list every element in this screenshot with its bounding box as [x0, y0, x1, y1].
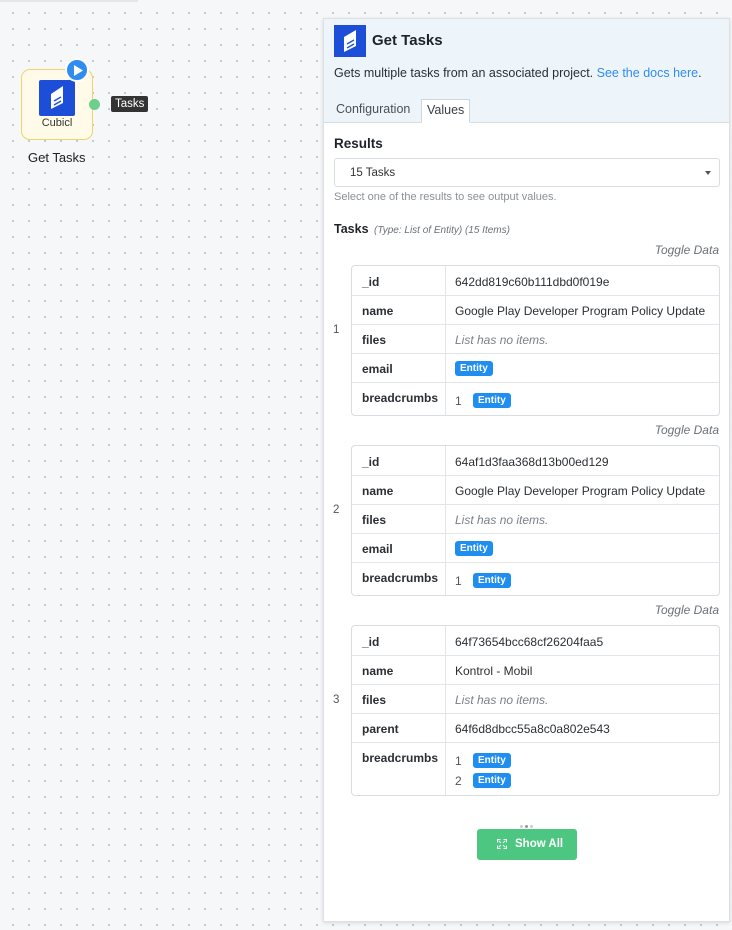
- toggle-data-link[interactable]: Toggle Data: [655, 243, 719, 257]
- item-index: 2: [333, 504, 340, 516]
- tasks-title: Tasks: [334, 222, 369, 236]
- docs-link[interactable]: See the docs here: [597, 66, 698, 80]
- entity-card: _id 64f73654bcc68cf26204faa5 name Kontro…: [351, 625, 720, 796]
- tab-values[interactable]: Values: [421, 99, 470, 123]
- entity-badge[interactable]: Entity: [473, 393, 511, 408]
- field-key: parent: [362, 722, 399, 736]
- panel-header: Get Tasks Gets multiple tasks from an as…: [324, 19, 729, 123]
- description-end: .: [698, 66, 702, 80]
- field-value: 642dd819c60b111dbd0f019e: [455, 275, 610, 289]
- tab-configuration[interactable]: Configuration: [332, 99, 415, 121]
- field-key: files: [362, 513, 387, 527]
- run-node-button[interactable]: [65, 58, 89, 82]
- field-row: breadcrumbs 1 Entity: [352, 382, 719, 415]
- cubicl-logo-icon: [39, 80, 75, 116]
- show-all-button[interactable]: Show All: [477, 829, 577, 860]
- node-app-name: Cubicl: [41, 117, 73, 129]
- list-index: 1: [455, 754, 462, 768]
- pagination-dots: [520, 815, 540, 828]
- list-index: 1: [455, 394, 462, 408]
- field-key: name: [362, 304, 394, 318]
- entity-badge[interactable]: Entity: [455, 541, 493, 556]
- entity-badge[interactable]: Entity: [473, 773, 511, 788]
- field-row: email Entity: [352, 533, 719, 563]
- expand-icon: [497, 839, 507, 849]
- field-key: _id: [362, 275, 380, 289]
- field-key: _id: [362, 635, 380, 649]
- output-connector[interactable]: [89, 99, 100, 110]
- list-index: 2: [455, 774, 462, 788]
- list-index: 1: [455, 574, 462, 588]
- field-row: files List has no items.: [352, 684, 719, 714]
- item-index: 3: [333, 694, 340, 706]
- show-all-label: Show All: [515, 838, 564, 850]
- node-title: Get Tasks: [28, 150, 86, 165]
- field-key: _id: [362, 455, 380, 469]
- results-select[interactable]: 15 Tasks: [334, 158, 720, 187]
- toggle-data-link[interactable]: Toggle Data: [655, 423, 719, 437]
- empty-list-text: List has no items.: [455, 693, 549, 707]
- description-text: Gets multiple tasks from an associated p…: [334, 66, 594, 80]
- field-value: Kontrol - Mobil: [455, 664, 533, 678]
- tasks-heading: Tasks (Type: List of Entity) (15 Items): [334, 222, 510, 236]
- panel-title: Get Tasks: [372, 32, 443, 49]
- field-key: breadcrumbs: [362, 571, 439, 585]
- field-value: 64f6d8dbcc55a8c0a802e543: [455, 722, 610, 736]
- field-value: Google Play Developer Program Policy Upd…: [455, 484, 706, 498]
- field-key: name: [362, 664, 394, 678]
- field-row: files List has no items.: [352, 504, 719, 534]
- results-label: Results: [334, 136, 383, 151]
- field-value: 64af1d3faa368d13b00ed129: [455, 455, 609, 469]
- field-key: breadcrumbs: [362, 391, 439, 405]
- field-row: name Kontrol - Mobil: [352, 655, 719, 685]
- toggle-data-link[interactable]: Toggle Data: [655, 603, 719, 617]
- canvas-top-strip: [0, 0, 138, 2]
- tasks-meta: (Type: List of Entity) (15 Items): [374, 225, 510, 236]
- output-label: Tasks: [111, 96, 149, 112]
- caret-down-icon: [705, 171, 711, 175]
- results-select-value: 15 Tasks: [350, 167, 396, 179]
- field-row: name Google Play Developer Program Polic…: [352, 475, 719, 505]
- field-key: name: [362, 484, 394, 498]
- entity-badge[interactable]: Entity: [455, 361, 493, 376]
- entity-card: _id 642dd819c60b111dbd0f019e name Google…: [351, 265, 720, 416]
- empty-list-text: List has no items.: [455, 333, 549, 347]
- play-icon: [74, 65, 83, 76]
- field-key: files: [362, 333, 387, 347]
- item-index: 1: [333, 324, 340, 336]
- field-row: _id 64af1d3faa368d13b00ed129: [352, 446, 719, 475]
- field-row: name Google Play Developer Program Polic…: [352, 295, 719, 325]
- panel-description: Gets multiple tasks from an associated p…: [334, 66, 702, 80]
- field-row: _id 64f73654bcc68cf26204faa5: [352, 626, 719, 655]
- field-key: email: [362, 542, 393, 556]
- entity-badge[interactable]: Entity: [473, 573, 511, 588]
- field-row: breadcrumbs 1 Entity 2 Entity: [352, 742, 719, 795]
- node-details-panel: Get Tasks Gets multiple tasks from an as…: [323, 18, 730, 922]
- field-key: files: [362, 693, 387, 707]
- entity-badge[interactable]: Entity: [473, 753, 511, 768]
- field-row: files List has no items.: [352, 324, 719, 354]
- field-value: 64f73654bcc68cf26204faa5: [455, 635, 604, 649]
- empty-list-text: List has no items.: [455, 513, 549, 527]
- field-row: email Entity: [352, 353, 719, 383]
- field-row: parent 64f6d8dbcc55a8c0a802e543: [352, 713, 719, 743]
- results-hint: Select one of the results to see output …: [334, 191, 557, 203]
- field-key: breadcrumbs: [362, 751, 439, 765]
- cubicl-app-icon: [334, 25, 366, 57]
- field-row: breadcrumbs 1 Entity: [352, 562, 719, 595]
- field-value: Google Play Developer Program Policy Upd…: [455, 304, 706, 318]
- field-key: email: [362, 362, 393, 376]
- entity-card: _id 64af1d3faa368d13b00ed129 name Google…: [351, 445, 720, 596]
- field-row: _id 642dd819c60b111dbd0f019e: [352, 266, 719, 295]
